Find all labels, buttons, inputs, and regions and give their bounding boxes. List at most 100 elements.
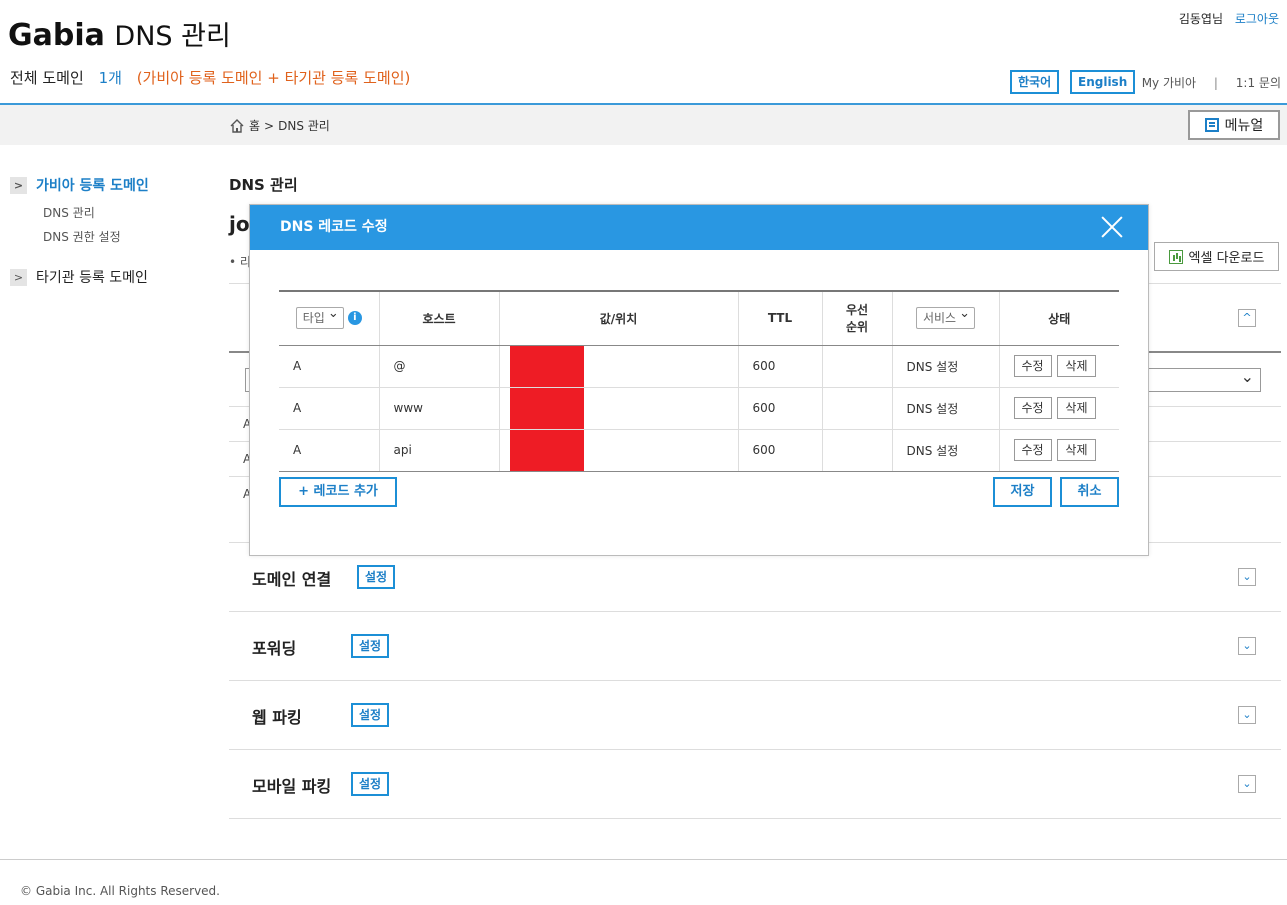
- sidebar-section-gabia[interactable]: > 가비아 등록 도메인: [10, 175, 149, 195]
- table-row: A www 600 DNS 설정 수정 삭제: [279, 387, 1119, 430]
- breadcrumb-home[interactable]: 홈: [249, 117, 260, 134]
- close-icon[interactable]: [1100, 215, 1124, 239]
- cell-value: [498, 345, 738, 388]
- chevron-down-icon[interactable]: ⌄: [1238, 706, 1256, 724]
- chevron-down-icon[interactable]: ⌄: [1238, 775, 1256, 793]
- cell-status: 수정 삭제: [998, 345, 1119, 388]
- table-header-row: 타입 i 호스트 값/위치 TTL 우선 순위 서비스 상태: [279, 290, 1119, 346]
- logout-link[interactable]: 로그아웃: [1235, 12, 1279, 26]
- cell-host: api: [378, 429, 499, 472]
- sidebar-item-dns-management[interactable]: DNS 관리: [43, 204, 95, 221]
- lang-korean-button[interactable]: 한국어: [1010, 70, 1060, 94]
- service-filter-select[interactable]: 서비스: [915, 304, 976, 330]
- cell-priority: [821, 387, 892, 430]
- cell-host: @: [378, 345, 499, 388]
- mobile-parking-settings-button[interactable]: 설정: [351, 772, 390, 796]
- all-domains-label: 전체 도메인: [10, 69, 84, 87]
- section-title-mobile-parking: 모바일 파킹: [252, 777, 332, 796]
- chevron-down-icon[interactable]: ⌄: [1238, 637, 1256, 655]
- top-link-separator: |: [1213, 76, 1218, 90]
- cell-ttl: 600: [737, 387, 822, 430]
- delete-button[interactable]: 삭제: [1057, 397, 1096, 419]
- brand-logo[interactable]: Gabia DNS 관리: [8, 14, 231, 53]
- section-divider: [229, 680, 1281, 681]
- domain-count-note: (가비아 등록 도메인 + 타기관 등록 도메인): [136, 69, 411, 87]
- column-value: 값/위치: [498, 290, 738, 346]
- table-row: A @ 600 DNS 설정 수정 삭제: [279, 345, 1119, 388]
- inquiry-link[interactable]: 1:1 문의: [1236, 76, 1281, 90]
- cell-status: 수정 삭제: [998, 429, 1119, 472]
- delete-button[interactable]: 삭제: [1057, 355, 1096, 377]
- delete-button[interactable]: 삭제: [1057, 439, 1096, 461]
- excel-download-button[interactable]: 엑셀 다운로드: [1154, 242, 1279, 271]
- web-parking-settings-button[interactable]: 설정: [351, 703, 390, 727]
- breadcrumb-separator: >: [264, 118, 275, 133]
- save-button[interactable]: 저장: [993, 477, 1052, 507]
- column-priority: 우선 순위: [821, 290, 892, 346]
- chevron-right-icon: >: [10, 268, 27, 286]
- cell-service: DNS 설정: [891, 345, 999, 388]
- footer-copyright: © Gabia Inc. All Rights Reserved.: [20, 884, 220, 898]
- brand-name: Gabia: [8, 18, 105, 53]
- cell-host: www: [378, 387, 499, 430]
- redacted-value: [509, 429, 584, 471]
- cell-ttl: 600: [737, 345, 822, 388]
- section-title-domain-connect: 도메인 연결: [252, 570, 332, 589]
- edit-button[interactable]: 수정: [1013, 439, 1052, 461]
- manual-label: 메뉴얼: [1224, 118, 1264, 134]
- dns-record-edit-modal: DNS 레코드 수정 타입 i 호스트 값/위치 TTL 우선 순위: [249, 204, 1149, 556]
- lang-english-button[interactable]: English: [1070, 70, 1136, 94]
- edit-button[interactable]: 수정: [1013, 355, 1052, 377]
- column-priority-line2: 순위: [845, 320, 869, 335]
- brand-suffix: DNS 관리: [114, 21, 231, 52]
- section-divider: [229, 611, 1281, 612]
- redacted-value: [509, 345, 584, 387]
- excel-download-label: 엑셀 다운로드: [1188, 251, 1265, 266]
- domain-count: 1개: [98, 69, 122, 87]
- excel-icon: [1168, 249, 1183, 264]
- sidebar-section-label: 타기관 등록 도메인: [36, 270, 148, 286]
- chevron-right-icon: >: [10, 176, 27, 194]
- cell-ttl: 600: [737, 429, 822, 472]
- top-links: My 가비아 | 1:1 문의: [1142, 74, 1281, 91]
- breadcrumb-bar: [0, 105, 1287, 145]
- manual-button[interactable]: 메뉴얼: [1188, 110, 1280, 140]
- home-icon[interactable]: [229, 118, 245, 134]
- chevron-down-icon[interactable]: ⌄: [1238, 568, 1256, 586]
- footer-divider: [0, 859, 1287, 860]
- section-divider: [229, 818, 1281, 819]
- user-bar: 김동엽님 로그아웃: [1179, 10, 1279, 27]
- forwarding-settings-button[interactable]: 설정: [351, 634, 390, 658]
- add-record-button[interactable]: + 레코드 추가: [279, 477, 397, 507]
- sidebar-item-dns-permission[interactable]: DNS 권한 설정: [43, 228, 121, 245]
- domain-connect-settings-button[interactable]: 설정: [357, 565, 396, 589]
- section-title-web-parking: 웹 파킹: [252, 708, 302, 727]
- column-type: 타입 i: [279, 290, 379, 346]
- cell-type: A: [279, 387, 379, 430]
- type-filter-select[interactable]: 타입: [295, 304, 344, 330]
- breadcrumb-current: DNS 관리: [278, 119, 330, 133]
- sidebar-section-other[interactable]: > 타기관 등록 도메인: [10, 267, 148, 287]
- modal-header: DNS 레코드 수정: [250, 205, 1148, 250]
- section-title-forwarding: 포워딩: [252, 639, 297, 658]
- cancel-button[interactable]: 취소: [1060, 477, 1119, 507]
- edit-button[interactable]: 수정: [1013, 397, 1052, 419]
- manual-icon: [1204, 118, 1219, 132]
- record-tab: • 리: [229, 255, 251, 269]
- cell-value: [498, 429, 738, 472]
- table-row: A api 600 DNS 설정 수정 삭제: [279, 429, 1119, 472]
- cell-priority: [821, 429, 892, 472]
- user-name: 김동엽님: [1178, 12, 1223, 26]
- cell-type: A: [279, 429, 379, 472]
- chevron-up-icon[interactable]: ^: [1238, 309, 1256, 327]
- domain-summary: 전체 도메인 1개 (가비아 등록 도메인 + 타기관 등록 도메인): [10, 67, 410, 88]
- column-priority-line1: 우선: [845, 303, 869, 318]
- column-status: 상태: [998, 290, 1119, 346]
- my-gabia-link[interactable]: My 가비아: [1142, 76, 1196, 90]
- sidebar-section-label: 가비아 등록 도메인: [36, 178, 149, 194]
- section-divider: [229, 749, 1281, 750]
- dns-record-table: 타입 i 호스트 값/위치 TTL 우선 순위 서비스 상태 A: [279, 290, 1119, 472]
- column-service: 서비스: [891, 290, 999, 346]
- modal-title: DNS 레코드 수정: [280, 219, 388, 235]
- info-icon[interactable]: i: [347, 311, 362, 326]
